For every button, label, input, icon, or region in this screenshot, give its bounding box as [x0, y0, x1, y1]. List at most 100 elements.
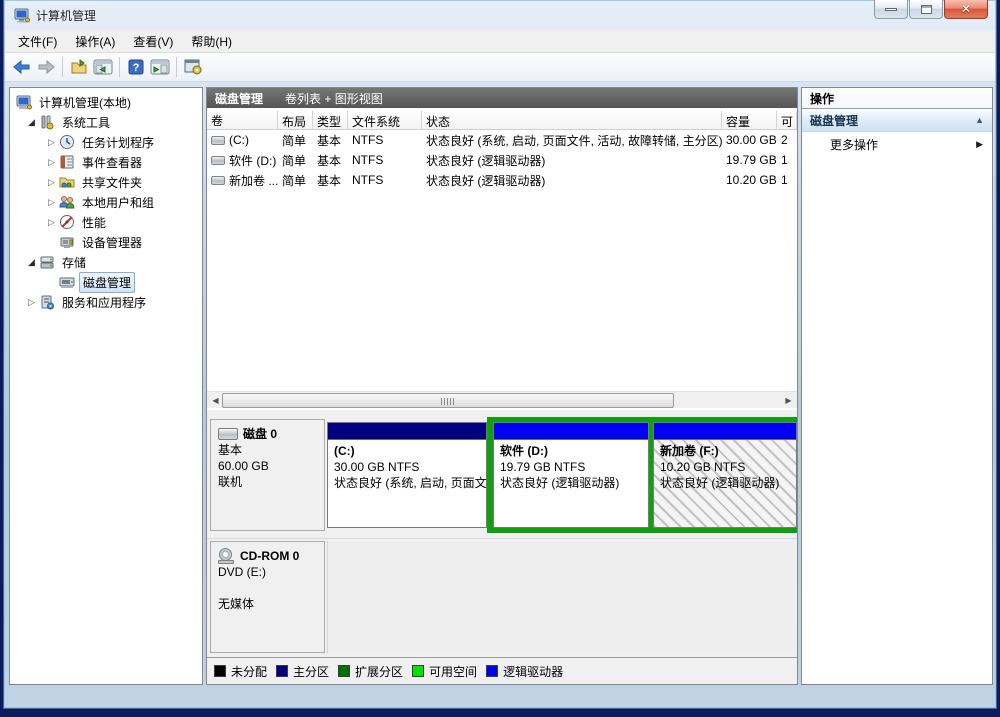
- column-type[interactable]: 类型: [313, 111, 348, 129]
- column-filesystem[interactable]: 文件系统: [348, 111, 422, 129]
- svg-text:?: ?: [133, 62, 140, 74]
- disk0-name: 磁盘 0: [243, 427, 278, 441]
- maximize-icon: [920, 4, 932, 14]
- scrollbar-thumb[interactable]: [222, 393, 674, 408]
- actions-section-disk-management[interactable]: 磁盘管理 ▲: [802, 109, 992, 132]
- menu-action[interactable]: 操作(A): [66, 30, 124, 53]
- cdrom-empty-region: [327, 541, 795, 653]
- partition-d[interactable]: 软件 (D:) 19.79 GB NTFS 状态良好 (逻辑驱动器): [493, 422, 649, 528]
- shared-folder-icon: [59, 174, 75, 190]
- toolbar-separator: [119, 57, 120, 77]
- local-users-icon: [59, 194, 75, 210]
- volume-row-f[interactable]: 新加卷 ... 简单 基本 NTFS 状态良好 (逻辑驱动器) 10.20 GB…: [207, 170, 797, 190]
- legend-color-swatch: [214, 665, 226, 677]
- help-button[interactable]: ?: [124, 55, 148, 79]
- partition-f-status: 状态良好 (逻辑驱动器): [660, 476, 780, 490]
- toolbar: ?: [5, 53, 995, 82]
- tree-item-label: 本地用户和组: [82, 195, 155, 210]
- back-button[interactable]: [10, 55, 34, 79]
- more-actions-item[interactable]: 更多操作 ▶: [802, 132, 992, 157]
- horizontal-scrollbar[interactable]: ◀ ▶: [207, 391, 797, 408]
- services-applications-icon: [39, 294, 55, 310]
- console-window-button[interactable]: [181, 55, 205, 79]
- export-list-button[interactable]: [67, 55, 91, 79]
- menu-help[interactable]: 帮助(H): [182, 30, 241, 53]
- tree-item-task-scheduler[interactable]: ▷ 任务计划程序: [10, 132, 202, 152]
- collapsed-arrow-icon[interactable]: ▷: [44, 137, 59, 148]
- disk0-info[interactable]: 磁盘 0 基本 60.00 GB 联机: [210, 419, 325, 531]
- partition-f-color-bar: [654, 423, 796, 440]
- show-console-tree-button[interactable]: [91, 55, 115, 79]
- menu-view[interactable]: 查看(V): [124, 30, 182, 53]
- tree-item-disk-management[interactable]: 磁盘管理: [10, 271, 202, 293]
- storage-icon: [39, 254, 55, 270]
- collapsed-arrow-icon[interactable]: ▷: [44, 217, 59, 228]
- tree-item-label: 计算机管理(本地): [39, 95, 131, 110]
- tree-item-shared-folders[interactable]: ▷ 共享文件夹: [10, 172, 202, 192]
- disk-icon: [218, 428, 238, 440]
- volume-list: 卷 布局 类型 文件系统 状态 容量 可 (C:) 简单 基本 NTFS 状态良…: [207, 111, 797, 391]
- partition-c-label: (C:): [334, 444, 355, 458]
- legend-color-swatch: [412, 665, 425, 677]
- tree-item-system-tools[interactable]: ◢ 系统工具: [10, 112, 202, 132]
- forward-button[interactable]: [34, 55, 58, 79]
- partition-f-label: 新加卷 (F:): [660, 444, 719, 458]
- titlebar[interactable]: 计算机管理 ✕: [4, 0, 996, 30]
- computer-icon: [16, 94, 32, 110]
- close-button[interactable]: ✕: [944, 0, 988, 19]
- system-tools-icon: [39, 114, 55, 130]
- legend-color-swatch: [338, 665, 351, 677]
- partition-f-selected[interactable]: 新加卷 (F:) 10.20 GB NTFS 状态良好 (逻辑驱动器): [653, 422, 797, 528]
- tree-item-label: 服务和应用程序: [62, 295, 147, 310]
- partition-d-color-bar: [494, 423, 648, 440]
- tree-item-local-users-groups[interactable]: ▷ 本地用户和组: [10, 192, 202, 212]
- column-free-space[interactable]: 可: [777, 111, 797, 129]
- volume-icon: [211, 155, 225, 165]
- collapsed-arrow-icon[interactable]: ▷: [44, 197, 59, 208]
- expanded-arrow-icon[interactable]: ◢: [24, 117, 39, 128]
- tree-item-label: 性能: [82, 215, 107, 230]
- minimize-button[interactable]: [874, 0, 908, 19]
- toolbar-separator: [62, 57, 63, 77]
- column-volume[interactable]: 卷: [207, 111, 278, 129]
- maximize-button[interactable]: [909, 0, 943, 19]
- view-title: 磁盘管理: [215, 91, 264, 106]
- disk0-row: 磁盘 0 基本 60.00 GB 联机 (C:) 30.00 GB NTFS 状…: [207, 417, 797, 533]
- scrollbar-grip-icon: [441, 398, 455, 405]
- collapsed-arrow-icon[interactable]: ▷: [44, 157, 59, 168]
- view-subtitle: 卷列表 + 图形视图: [285, 91, 383, 106]
- column-status[interactable]: 状态: [422, 111, 722, 129]
- tree-item-computer-management-root[interactable]: 计算机管理(本地): [10, 92, 202, 112]
- tree-item-storage[interactable]: ◢ 存储: [10, 252, 202, 272]
- console-tree-panel: 计算机管理(本地) ◢ 系统工具 ▷ 任务计划程序 ▷ 事件查看器 ▷ 共享文件…: [9, 87, 203, 685]
- cdrom-info[interactable]: CD-ROM 0 DVD (E:) 无媒体: [210, 541, 325, 653]
- show-action-pane-button[interactable]: [148, 55, 172, 79]
- performance-icon: [59, 214, 75, 230]
- partition-c-size: 30.00 GB NTFS: [334, 460, 420, 474]
- tree-item-label: 事件查看器: [82, 155, 143, 170]
- column-layout[interactable]: 布局: [278, 111, 313, 129]
- tree-item-event-viewer[interactable]: ▷ 事件查看器: [10, 152, 202, 172]
- collapsed-arrow-icon[interactable]: ▷: [24, 297, 39, 308]
- collapsed-arrow-icon[interactable]: ▷: [44, 177, 59, 188]
- volume-row-c[interactable]: (C:) 简单 基本 NTFS 状态良好 (系统, 启动, 页面文件, 活动, …: [207, 130, 797, 150]
- partition-c[interactable]: (C:) 30.00 GB NTFS 状态良好 (系统, 启动, 页面文: [327, 422, 487, 528]
- volume-row-d[interactable]: 软件 (D:) 简单 基本 NTFS 状态良好 (逻辑驱动器) 19.79 GB…: [207, 150, 797, 170]
- expanded-arrow-icon[interactable]: ◢: [24, 257, 39, 268]
- tree-item-device-manager[interactable]: 设备管理器: [10, 232, 202, 252]
- task-scheduler-icon: [59, 134, 75, 150]
- back-icon: [13, 60, 30, 74]
- show-console-tree-icon: [93, 59, 113, 75]
- volume-list-header: 卷 布局 类型 文件系统 状态 容量 可: [207, 111, 797, 130]
- event-viewer-icon: [59, 154, 75, 170]
- scroll-right-arrow[interactable]: ▶: [780, 392, 797, 409]
- view-header: 磁盘管理 卷列表 + 图形视图: [207, 88, 797, 108]
- tree-item-performance[interactable]: ▷ 性能: [10, 212, 202, 232]
- legend-extended-partition: 扩展分区: [338, 663, 403, 680]
- disk0-size: 60.00 GB: [218, 459, 269, 473]
- app-icon: [14, 7, 30, 23]
- menu-file[interactable]: 文件(F): [9, 30, 66, 53]
- collapse-section-icon[interactable]: ▲: [975, 115, 984, 125]
- tree-item-services-applications[interactable]: ▷ 服务和应用程序: [10, 292, 202, 312]
- column-capacity[interactable]: 容量: [722, 111, 777, 129]
